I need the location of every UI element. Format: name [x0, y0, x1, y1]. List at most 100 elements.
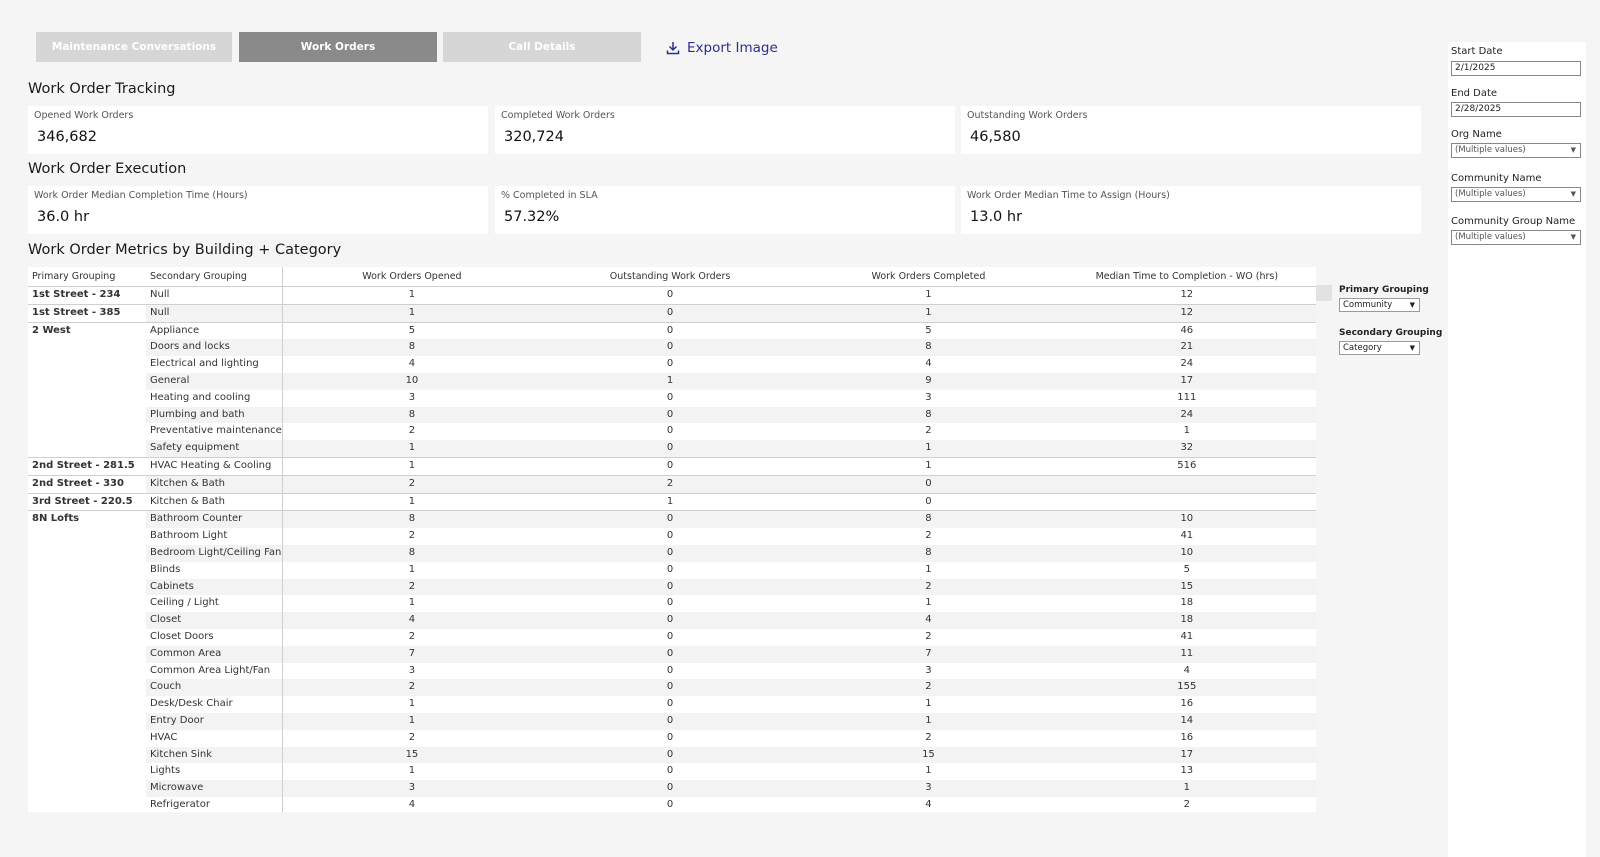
- table-cell-median: 1: [1057, 780, 1316, 797]
- table-row[interactable]: General 10 1 9 17: [28, 372, 1316, 390]
- table-cell-secondary: Null: [146, 286, 283, 305]
- table-cell-secondary: Ceiling / Light: [146, 595, 283, 613]
- table-cell-primary: [28, 545, 146, 562]
- table-cell-opened: 1: [282, 456, 541, 476]
- table-row[interactable]: Plumbing and bath 8 0 8 24: [28, 406, 1316, 424]
- table-row[interactable]: Common Area Light/Fan 3 0 3 4: [28, 662, 1316, 680]
- table-row[interactable]: 2nd Street - 281.5 HVAC Heating & Cooling…: [28, 456, 1316, 476]
- column-header[interactable]: Primary Grouping: [28, 267, 146, 287]
- end-date-input[interactable]: 2/28/2025: [1451, 102, 1581, 117]
- table-cell-opened: 1: [282, 712, 541, 730]
- table-row[interactable]: Ceiling / Light 1 0 1 18: [28, 595, 1316, 613]
- table-row[interactable]: Preventative maintenance 2 0 2 1: [28, 423, 1316, 441]
- table-row[interactable]: 3rd Street - 220.5 Kitchen & Bath 1 1 0: [28, 492, 1316, 511]
- table-row[interactable]: Blinds 1 0 1 5: [28, 561, 1316, 579]
- table-cell-secondary: Bathroom Counter: [146, 510, 283, 529]
- start-date-input[interactable]: 2/1/2025: [1451, 61, 1581, 76]
- table-cell-primary: [28, 730, 146, 747]
- table-cell-secondary: Kitchen & Bath: [146, 474, 283, 494]
- table-scroll-indicator[interactable]: [1316, 285, 1332, 301]
- table-row[interactable]: Bedroom Light/Ceiling Fan 8 0 8 10: [28, 544, 1316, 562]
- table-cell-completed: 0: [799, 474, 1058, 494]
- table-cell-median: 12: [1057, 303, 1316, 323]
- table-cell-completed: 2: [925, 425, 932, 437]
- table-cell-opened: 2: [408, 425, 416, 437]
- table-cell-secondary: Plumbing and bath: [146, 406, 283, 424]
- table-cell-opened: 5: [282, 321, 541, 340]
- table-row[interactable]: Heating and cooling 3 0 3 111: [28, 389, 1316, 407]
- table-cell-secondary: Refrigerator: [146, 796, 283, 812]
- table-cell-opened: 1: [282, 492, 541, 511]
- table-cell-outstanding: 0: [540, 406, 800, 424]
- kpi-median-assign: Work Order Median Time to Assign (Hours)…: [961, 186, 1421, 234]
- table-row[interactable]: Safety equipment 1 0 1 32: [28, 440, 1316, 458]
- table-cell-completed: 1: [799, 303, 1058, 323]
- column-header[interactable]: Median Time to Completion - WO (hrs): [1057, 267, 1316, 287]
- table-cell-completed: 1: [925, 289, 932, 300]
- table-cell-outstanding: 0: [540, 510, 800, 529]
- table-row[interactable]: Kitchen Sink 15 0 15 17: [28, 746, 1316, 764]
- table-cell-opened: 7: [282, 645, 541, 663]
- table-row[interactable]: Lights 1 0 1 13: [28, 763, 1316, 781]
- table-row[interactable]: Entry Door 1 0 1 14: [28, 712, 1316, 730]
- table-cell-outstanding: 0: [540, 321, 800, 340]
- primary-grouping-select[interactable]: Community ▼: [1339, 298, 1420, 312]
- table-cell-median: 24: [1180, 358, 1194, 370]
- column-header[interactable]: Secondary Grouping: [146, 267, 283, 287]
- community-group-name-select[interactable]: (Multiple values) ▼: [1451, 230, 1581, 245]
- table-row[interactable]: Desk/Desk Chair 1 0 1 16: [28, 696, 1316, 713]
- table-row[interactable]: Microwave 3 0 3 1: [28, 780, 1316, 797]
- tab-work-orders[interactable]: Work Orders: [239, 32, 437, 62]
- table-row[interactable]: 2nd Street - 330 Kitchen & Bath 2 2 0: [28, 474, 1316, 494]
- kpi-sla: % Completed in SLA 57.32%: [495, 186, 955, 234]
- table-row[interactable]: Couch 2 0 2 155: [28, 679, 1316, 697]
- table-cell-median: 12: [1180, 289, 1194, 300]
- table-cell-outstanding: 1: [540, 372, 800, 390]
- table-cell-primary: [28, 440, 146, 457]
- table-cell-primary: [28, 780, 146, 797]
- table-cell-median: 14: [1057, 712, 1316, 730]
- org-name-select[interactable]: (Multiple values) ▼: [1451, 143, 1581, 158]
- table-row[interactable]: 2 West Appliance 5 0 5 46: [28, 321, 1316, 340]
- table-row[interactable]: 1st Street - 234 Null 1 0 1 12: [28, 286, 1316, 305]
- metrics-table[interactable]: Primary Grouping Secondary Grouping Work…: [28, 267, 1316, 812]
- community-name-select[interactable]: (Multiple values) ▼: [1451, 187, 1581, 202]
- table-cell-secondary: Bedroom Light/Ceiling Fan: [146, 544, 283, 562]
- table-row[interactable]: Electrical and lighting 4 0 4 24: [28, 356, 1316, 373]
- table-cell-completed: 2: [925, 530, 932, 542]
- table-row[interactable]: Closet 4 0 4 18: [28, 612, 1316, 629]
- table-row[interactable]: 8N Lofts Bathroom Counter 8 0 8 10: [28, 510, 1316, 529]
- table-cell-median: 18: [1180, 597, 1194, 609]
- community-name-label: Community Name: [1451, 173, 1542, 184]
- table-row[interactable]: Closet Doors 2 0 2 41: [28, 628, 1316, 646]
- table-cell-opened: 2: [408, 630, 416, 642]
- table-row[interactable]: Bathroom Light 2 0 2 41: [28, 528, 1316, 545]
- table-row[interactable]: HVAC 2 0 2 16: [28, 729, 1316, 747]
- table-cell-median: 41: [1180, 630, 1194, 642]
- table-row[interactable]: Common Area 7 0 7 11: [28, 645, 1316, 663]
- table-row[interactable]: 1st Street - 385 Null 1 0 1 12: [28, 303, 1316, 323]
- table-cell-outstanding: 0: [666, 530, 674, 542]
- table-row[interactable]: Refrigerator 4 0 4 2: [28, 796, 1316, 812]
- table-row[interactable]: Doors and locks 8 0 8 21: [28, 339, 1316, 357]
- tab-maintenance-conversations[interactable]: Maintenance Conversations: [36, 32, 232, 62]
- table-cell-secondary: HVAC Heating & Cooling: [146, 456, 283, 476]
- table-cell-secondary: General: [146, 372, 283, 390]
- export-image-button[interactable]: Export Image: [666, 38, 778, 58]
- export-image-label: Export Image: [687, 40, 778, 56]
- column-header[interactable]: Work Orders Opened: [282, 267, 541, 287]
- secondary-grouping-select[interactable]: Category ▼: [1339, 341, 1420, 355]
- table-cell-outstanding: 0: [666, 630, 674, 642]
- table-cell-median: [1057, 492, 1316, 511]
- table-cell-median: 155: [1057, 679, 1316, 697]
- section-title-tracking: Work Order Tracking: [28, 81, 176, 97]
- column-header[interactable]: Outstanding Work Orders: [540, 267, 800, 287]
- table-cell-primary: [28, 562, 146, 579]
- start-date-label: Start Date: [1451, 46, 1503, 57]
- tab-call-details[interactable]: Call Details: [443, 32, 641, 62]
- table-cell-opened: 1: [282, 440, 541, 458]
- table-row[interactable]: Cabinets 2 0 2 15: [28, 578, 1316, 596]
- column-header[interactable]: Work Orders Completed: [799, 267, 1058, 287]
- table-cell-opened: 1: [408, 563, 416, 575]
- caret-down-icon: ▼: [1409, 301, 1415, 309]
